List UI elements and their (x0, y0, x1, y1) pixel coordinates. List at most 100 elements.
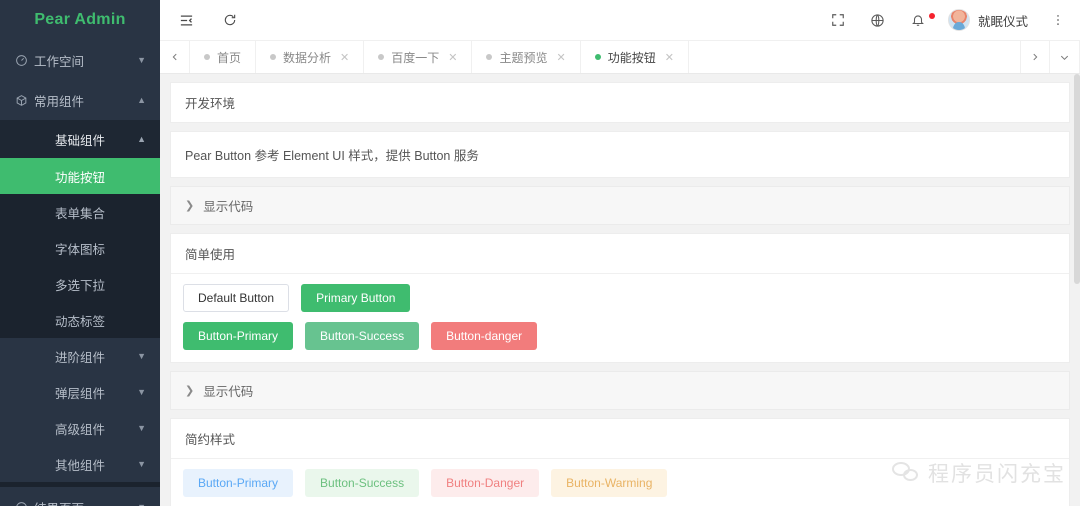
tab-label: 数据分析 (283, 50, 332, 65)
scrollbar-thumb[interactable] (1074, 74, 1080, 284)
content-scrollbar[interactable] (1074, 74, 1080, 506)
button-primary[interactable]: Button-Primary (183, 322, 294, 350)
sidebar-mid-label: 进阶组件 (54, 350, 105, 365)
sidebar-item-label: 结果页面 (34, 498, 137, 506)
plain-button-success[interactable]: Button-Success (305, 469, 420, 497)
chevron-down-icon (1060, 55, 1069, 60)
sidebar-item-result-pages[interactable]: 结果页面 ▼ (0, 487, 160, 506)
show-code-label: 显示代码 (203, 200, 254, 214)
section-title: 简单使用 (171, 234, 1069, 274)
user-menu[interactable]: 就眠仪式 (947, 9, 1028, 31)
sidebar-sub-label: 功能按钮 (54, 170, 105, 185)
sidebar-item-other-components[interactable]: 其他组件 ▼ (0, 446, 160, 482)
default-button[interactable]: Default Button (183, 284, 290, 312)
dashboard-icon (12, 54, 30, 67)
sidebar-mid-label: 弹层组件 (54, 386, 105, 401)
sidebar-item-popup-components[interactable]: 弹层组件 ▼ (0, 374, 160, 410)
plain-button-primary[interactable]: Button-Primary (183, 469, 294, 497)
environment-notice: 开发环境 (170, 82, 1070, 123)
sidebar-item-function-button[interactable]: 功能按钮 (0, 158, 160, 194)
tab-baidu[interactable]: 百度一下 ✕ (364, 41, 473, 73)
tab-dot (486, 54, 493, 60)
tab-close-icon[interactable]: ✕ (340, 51, 349, 64)
tabs-container: 首页 数据分析 ✕ 百度一下 ✕ 主题预览 ✕ 功能按钮 ✕ (190, 41, 1020, 73)
globe-icon[interactable] (868, 10, 888, 30)
refresh-icon[interactable] (220, 10, 240, 30)
chevron-up-icon: ▲ (137, 134, 146, 144)
sidebar-sub-label: 表单集合 (54, 206, 105, 221)
section-plain-style: 简约样式 Button-Primary Button-Success Butto… (170, 418, 1070, 506)
chevron-down-icon: ▼ (137, 351, 146, 361)
sidebar-subgroup-basic-components[interactable]: 基础组件 ▲ (0, 120, 160, 158)
button-row: Default Button Primary Button (183, 284, 1057, 312)
sidebar-item-multi-select[interactable]: 多选下拉 (0, 266, 160, 302)
tab-close-icon[interactable]: ✕ (665, 51, 674, 64)
section-body: Button-Primary Button-Success Button-Dan… (171, 459, 1069, 506)
tab-close-icon[interactable]: ✕ (448, 51, 457, 64)
tab-theme-preview[interactable]: 主题预览 ✕ (472, 41, 581, 73)
main-area: 就眠仪式 首页 数据分析 ✕ 百度一下 ✕ 主题预览 ✕ 功能按钮 ✕ 开发环境… (160, 0, 1080, 506)
tab-dot (378, 54, 385, 60)
tab-label: 主题预览 (499, 50, 548, 65)
sidebar-mid-label: 高级组件 (54, 422, 105, 437)
app-root: Pear Admin 工作空间 ▼ 常用组件 ▲ 基础组件 ▲ 功能按钮 表单集… (0, 0, 1080, 506)
header-left-controls (176, 10, 240, 30)
sidebar-item-dynamic-tags[interactable]: 动态标签 (0, 302, 160, 338)
tab-function-button[interactable]: 功能按钮 ✕ (580, 41, 689, 73)
section-simple-usage: 简单使用 Default Button Primary Button Butto… (170, 233, 1070, 363)
sidebar-sub-label: 字体图标 (54, 242, 105, 257)
sidebar-item-senior-components[interactable]: 高级组件 ▼ (0, 410, 160, 446)
avatar (947, 9, 970, 31)
cube-icon (12, 94, 30, 107)
sidebar-item-advanced-components[interactable]: 进阶组件 ▼ (0, 338, 160, 374)
sidebar-item-form-collection[interactable]: 表单集合 (0, 194, 160, 230)
tabs-scroll-right-button[interactable] (1020, 41, 1050, 73)
chevron-down-icon: ▼ (137, 459, 146, 469)
tab-label: 百度一下 (391, 50, 440, 65)
tab-data-analysis[interactable]: 数据分析 ✕ (256, 41, 365, 73)
component-description: Pear Button 参考 Element UI 样式，提供 Button 服… (170, 131, 1070, 178)
sidebar-item-common-components[interactable]: 常用组件 ▲ (0, 80, 160, 120)
sidebar-mid-label: 其他组件 (54, 458, 105, 473)
shield-check-icon (12, 501, 30, 506)
chevron-down-icon: ▼ (137, 55, 146, 65)
more-vertical-icon[interactable] (1048, 10, 1068, 30)
sidebar-subgroup-label: 基础组件 (54, 133, 105, 148)
tab-label: 首页 (217, 50, 242, 65)
plain-button-warning[interactable]: Button-Warming (551, 469, 668, 497)
sidebar-item-label: 工作空间 (34, 54, 85, 69)
chevron-down-icon: ▼ (137, 423, 146, 433)
tab-dot (594, 54, 601, 60)
fullscreen-icon[interactable] (828, 10, 848, 30)
button-success[interactable]: Button-Success (305, 322, 420, 350)
header-right-controls: 就眠仪式 (828, 9, 1068, 31)
sidebar-sub-label: 动态标签 (54, 314, 105, 329)
tabs-scroll-left-button[interactable] (160, 41, 190, 73)
sidebar-item-workspace[interactable]: 工作空间 ▼ (0, 40, 160, 80)
section-title: 简约样式 (171, 419, 1069, 459)
button-row: Button-Primary Button-Success Button-dan… (183, 322, 1057, 350)
plain-button-danger[interactable]: Button-Danger (431, 469, 540, 497)
content-scroll-area[interactable]: 开发环境 Pear Button 参考 Element UI 样式，提供 But… (160, 74, 1080, 506)
primary-button[interactable]: Primary Button (301, 284, 411, 312)
button-danger[interactable]: Button-danger (431, 322, 538, 350)
tabs-dropdown-button[interactable] (1050, 41, 1080, 73)
tab-strip: 首页 数据分析 ✕ 百度一下 ✕ 主题预览 ✕ 功能按钮 ✕ (160, 40, 1080, 74)
tab-close-icon[interactable]: ✕ (557, 51, 566, 64)
tab-strip-tail (1020, 41, 1080, 73)
tab-label: 功能按钮 (607, 50, 656, 65)
notification-bell[interactable] (908, 10, 935, 30)
sidebar-item-font-icons[interactable]: 字体图标 (0, 230, 160, 266)
chevron-down-icon: ▼ (137, 502, 146, 506)
menu-indent-icon[interactable] (176, 10, 196, 30)
notification-dot (928, 13, 935, 19)
show-code-toggle-1[interactable]: ❯ 显示代码 (170, 186, 1070, 225)
tab-dot (204, 54, 210, 60)
bell-icon[interactable] (908, 10, 928, 30)
tab-home[interactable]: 首页 (190, 41, 257, 73)
show-code-toggle-2[interactable]: ❯ 显示代码 (170, 371, 1070, 410)
chevron-right-icon: ❯ (185, 200, 195, 212)
show-code-label: 显示代码 (203, 385, 254, 399)
chevron-left-icon (172, 53, 177, 61)
tab-dot (270, 54, 277, 60)
